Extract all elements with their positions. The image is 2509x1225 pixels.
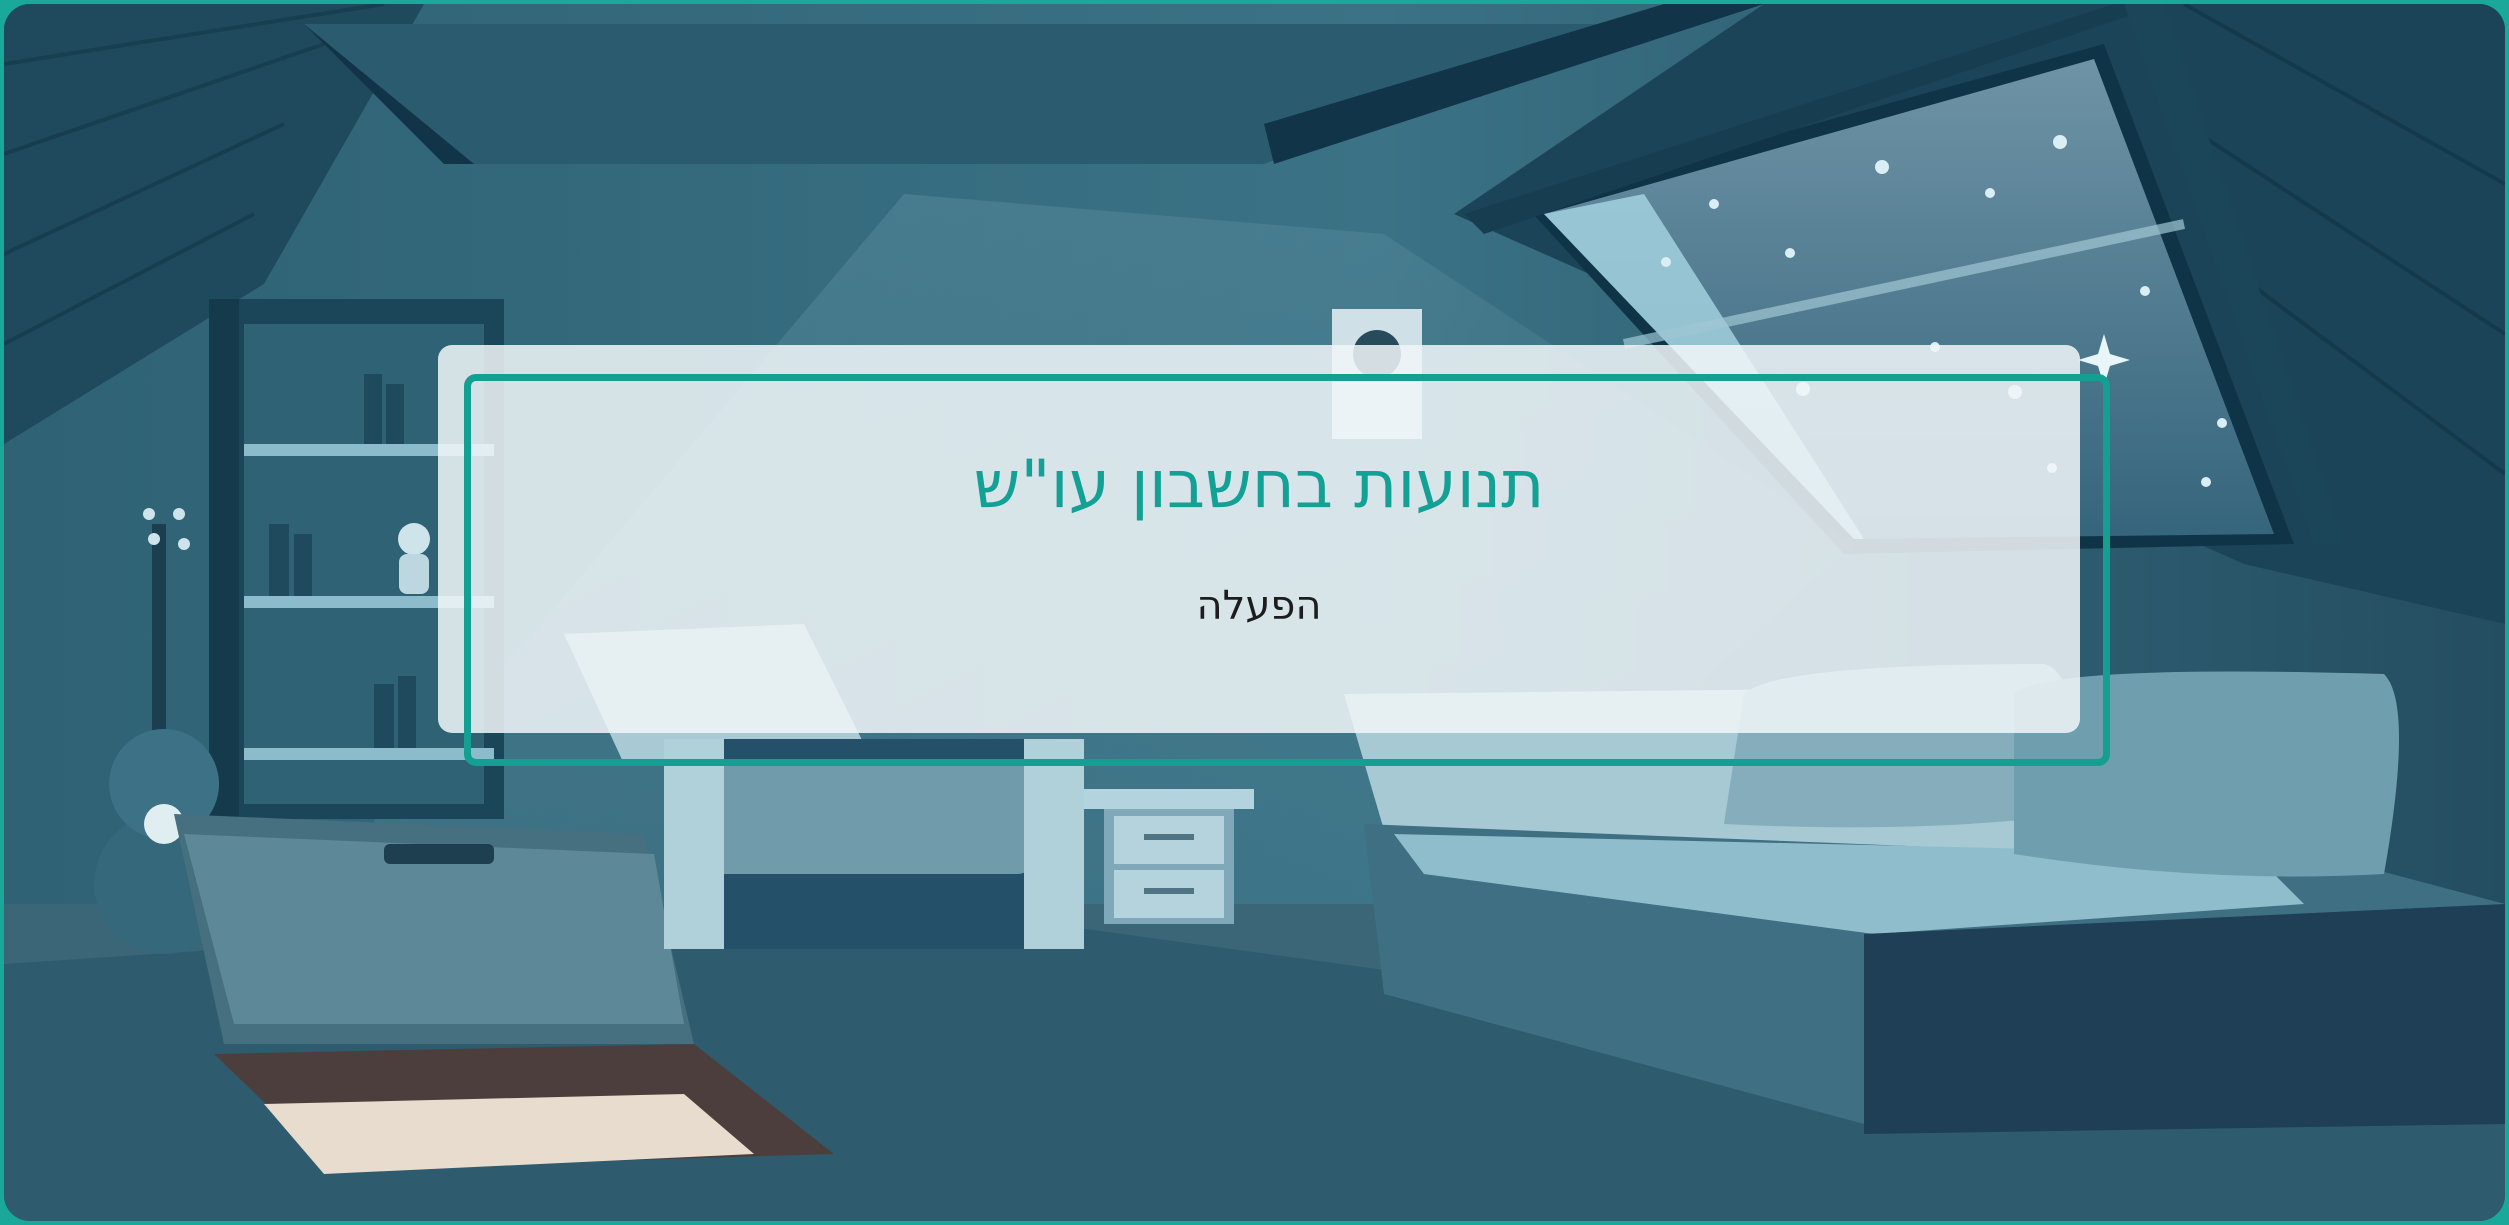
title-card-frame	[464, 374, 2110, 766]
astronaut-figure-icon	[398, 523, 430, 594]
page-subtitle: הפעלה	[1196, 583, 1322, 629]
nightstand-icon	[1084, 789, 1254, 924]
page-title: תנועות בחשבון עו"ש	[973, 446, 1545, 523]
app-window: תנועות בחשבון עו"ש הפעלה	[4, 4, 2505, 1221]
